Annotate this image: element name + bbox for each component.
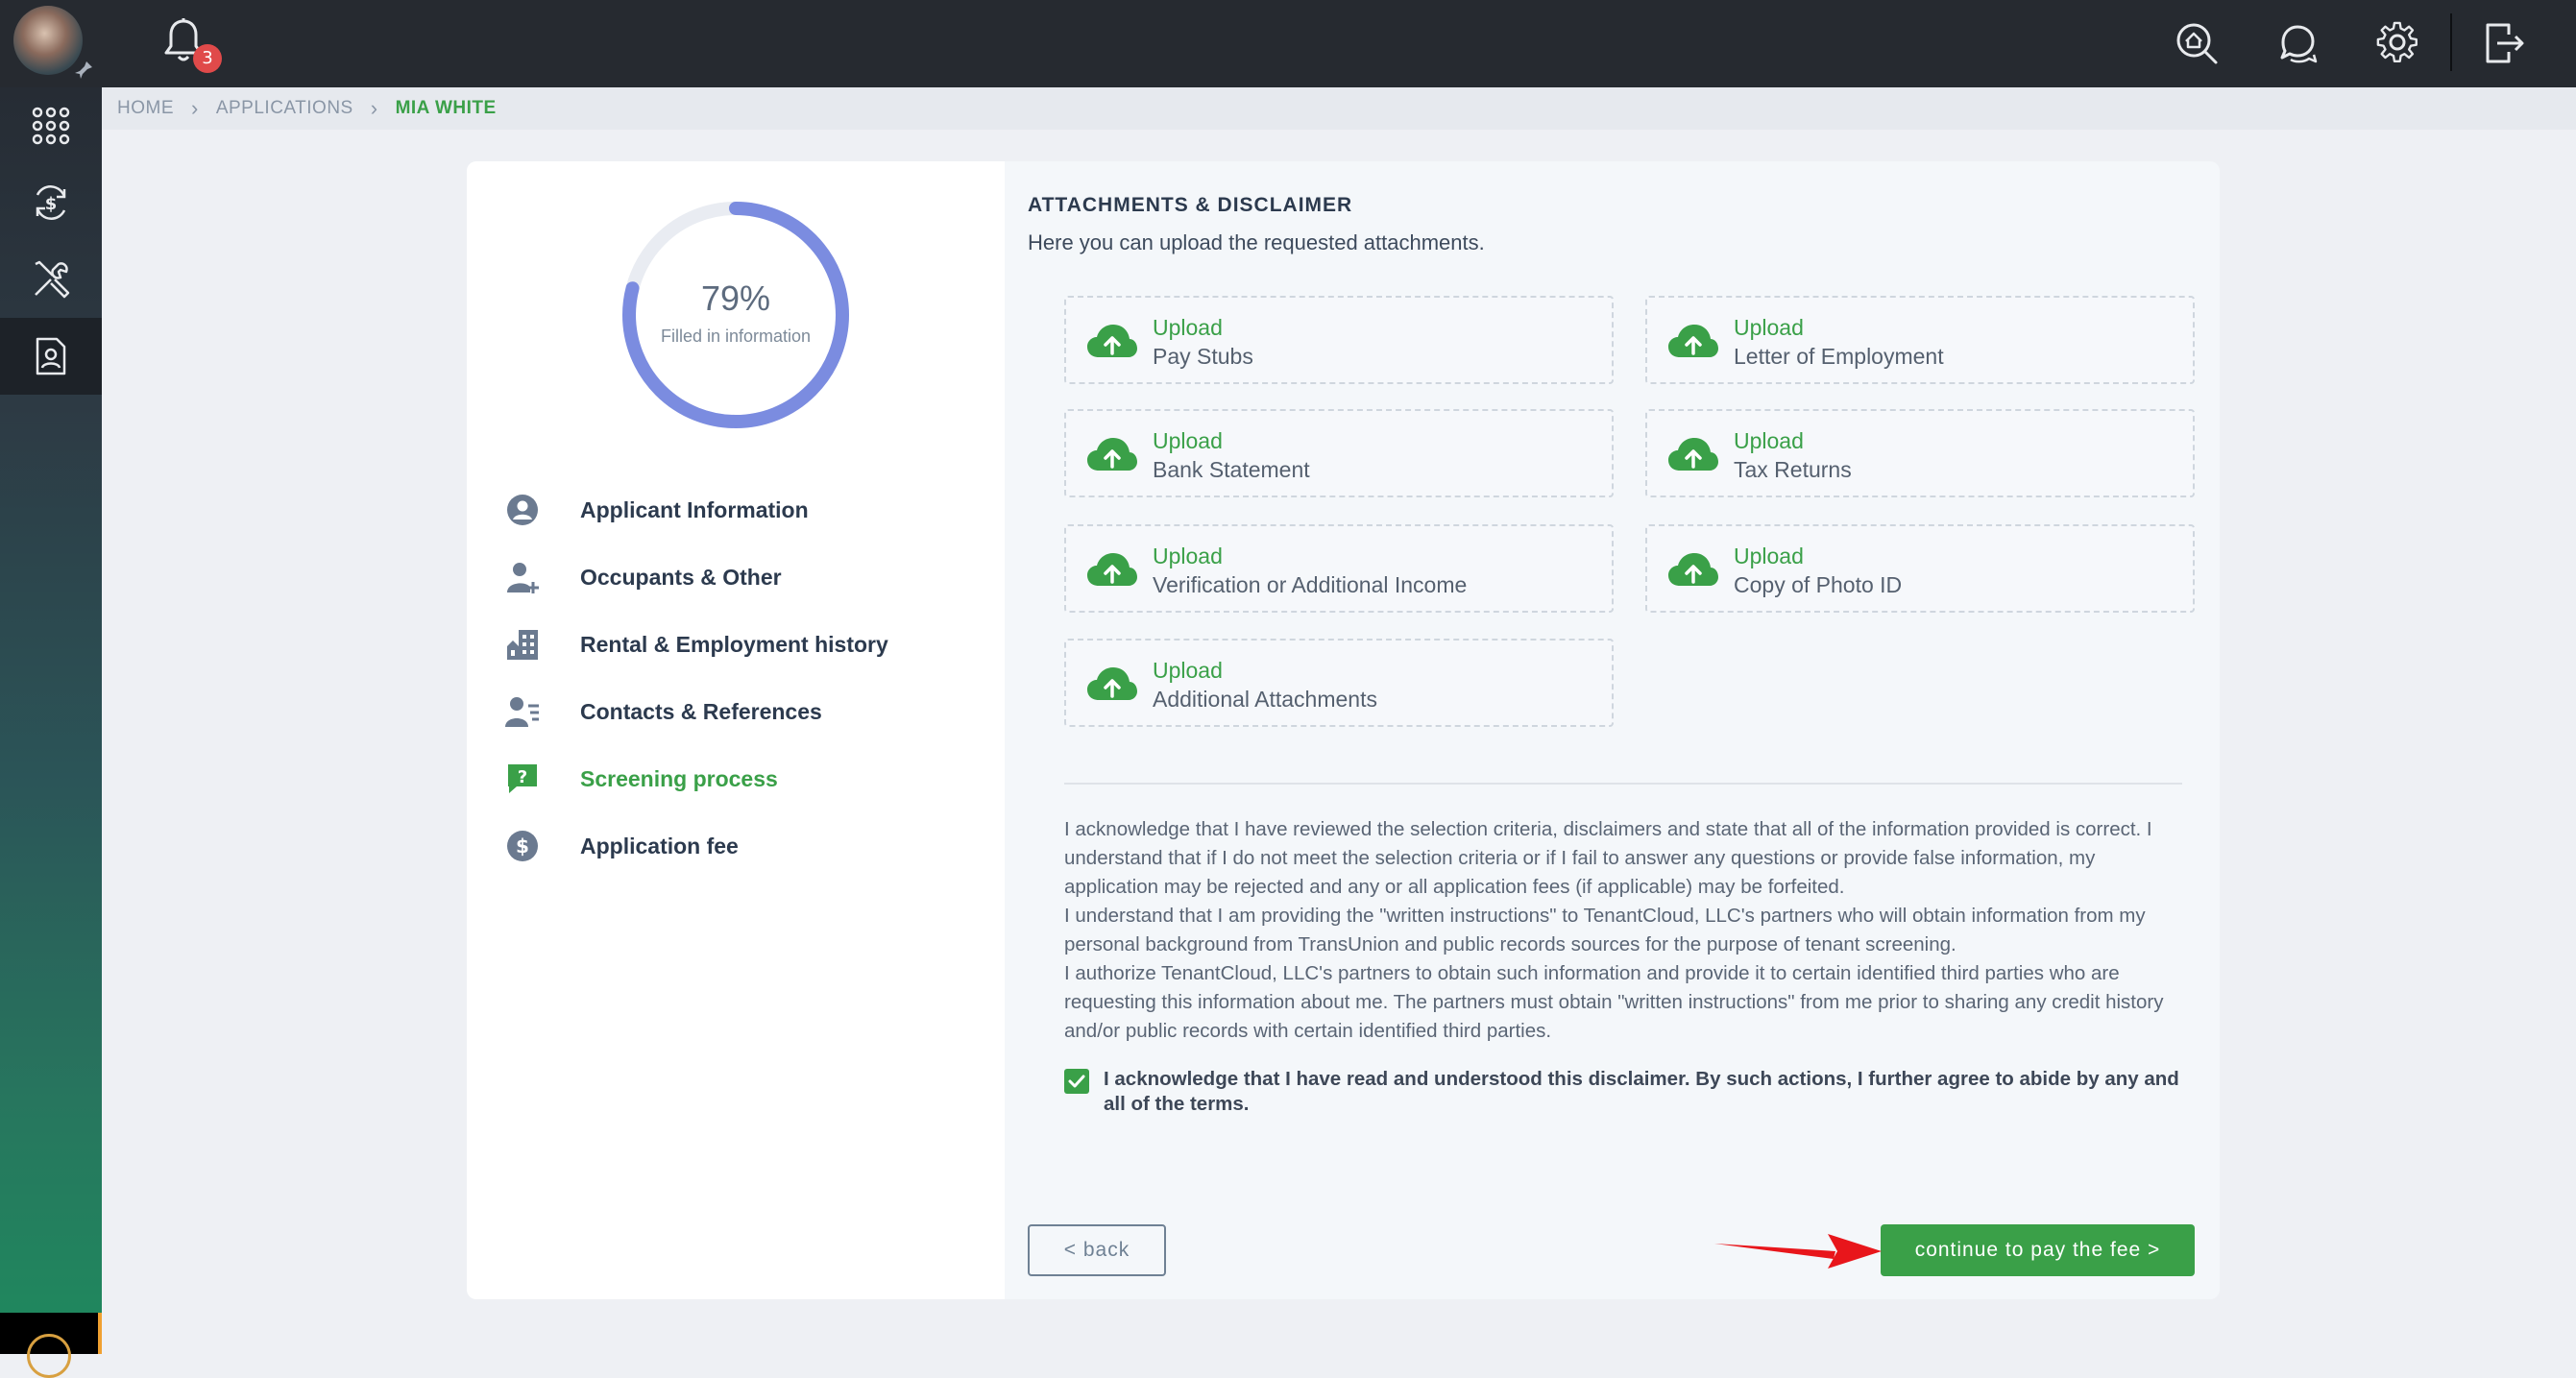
upload-bank-statement[interactable]: Upload Bank Statement xyxy=(1064,409,1614,497)
sidebar-item-payments[interactable]: $ xyxy=(0,164,102,241)
continue-to-pay-button[interactable]: continue to pay the fee > xyxy=(1881,1224,2195,1276)
upload-verification-additional-income[interactable]: Upload Verification or Additional Income xyxy=(1064,524,1614,613)
upload-action: Upload xyxy=(1734,315,1804,340)
step-contacts-references[interactable]: Contacts & References xyxy=(505,692,985,731)
cloud-upload-icon xyxy=(1668,325,1718,357)
step-label: Screening process xyxy=(580,765,778,791)
disclaimer-text: I acknowledge that I have reviewed the s… xyxy=(1064,815,2186,1046)
section-title: ATTACHMENTS & DISCLAIMER xyxy=(1028,194,1353,216)
upload-copy-of-photo-id[interactable]: Upload Copy of Photo ID xyxy=(1645,524,2195,613)
step-label: Application fee xyxy=(580,833,739,858)
upload-action: Upload xyxy=(1153,544,1223,568)
cloud-upload-icon xyxy=(1087,325,1137,357)
upload-action: Upload xyxy=(1734,544,1804,568)
sidebar: $ xyxy=(0,87,102,1378)
user-plus-icon xyxy=(507,563,539,593)
step-label: Applicant Information xyxy=(580,496,809,522)
step-applicant-information[interactable]: Applicant Information xyxy=(505,491,985,529)
acknowledge-label[interactable]: I acknowledge that I have read and under… xyxy=(1104,1067,2189,1117)
cloud-upload-icon xyxy=(1668,553,1718,586)
upload-name: Verification or Additional Income xyxy=(1153,572,1468,597)
upload-additional-attachments[interactable]: Upload Additional Attachments xyxy=(1064,639,1614,727)
pin-icon xyxy=(75,61,92,79)
acknowledge-checkbox[interactable] xyxy=(1064,1069,1089,1094)
sidebar-footer xyxy=(0,1313,102,1378)
support-icon[interactable] xyxy=(27,1334,71,1378)
breadcrumb: HOME › APPLICATIONS › MIA WHITE xyxy=(102,87,2576,130)
chevron-right-icon: › xyxy=(191,96,199,120)
annotation-arrow-icon xyxy=(1714,1234,1882,1269)
search-home-icon[interactable] xyxy=(2175,21,2219,65)
top-bar: 3 xyxy=(0,0,2576,87)
step-label: Contacts & References xyxy=(580,698,822,724)
breadcrumb-applications[interactable]: APPLICATIONS xyxy=(216,98,353,119)
step-occupants[interactable]: Occupants & Other xyxy=(505,558,985,596)
upload-name: Pay Stubs xyxy=(1153,344,1253,369)
application-card: 79% Filled in information Applicant Info… xyxy=(467,161,2220,1299)
step-screening-process[interactable]: ? Screening process xyxy=(505,760,985,798)
step-rental-employment[interactable]: Rental & Employment history xyxy=(505,625,985,664)
step-label: Rental & Employment history xyxy=(580,631,888,657)
divider xyxy=(1064,783,2182,785)
upload-action: Upload xyxy=(1153,658,1223,683)
upload-tax-returns[interactable]: Upload Tax Returns xyxy=(1645,409,2195,497)
progress-percent: 79% xyxy=(700,278,771,318)
cloud-upload-icon xyxy=(1087,667,1137,700)
upload-name: Additional Attachments xyxy=(1153,687,1377,712)
upload-name: Letter of Employment xyxy=(1734,344,1944,369)
steps-panel: 79% Filled in information Applicant Info… xyxy=(467,161,1005,1299)
cloud-upload-icon xyxy=(1668,438,1718,471)
section-subtitle: Here you can upload the requested attach… xyxy=(1028,230,1485,254)
sidebar-item-applications[interactable] xyxy=(0,318,102,395)
upload-pay-stubs[interactable]: Upload Pay Stubs xyxy=(1064,296,1614,384)
cloud-upload-icon xyxy=(1087,438,1137,471)
breadcrumb-home[interactable]: HOME xyxy=(117,98,174,119)
upload-name: Copy of Photo ID xyxy=(1734,572,1903,597)
user-list-icon xyxy=(505,697,539,727)
svg-text:$: $ xyxy=(45,194,58,214)
chat-icon[interactable] xyxy=(2275,21,2320,65)
upload-action: Upload xyxy=(1153,428,1223,453)
grid-icon xyxy=(32,107,70,145)
upload-name: Bank Statement xyxy=(1153,457,1310,482)
question-bubble-icon: ? xyxy=(508,764,537,793)
user-circle-icon xyxy=(507,495,538,525)
svg-text:?: ? xyxy=(518,767,527,787)
top-divider xyxy=(2450,13,2452,71)
notification-badge: 3 xyxy=(193,44,222,73)
checkmark-icon xyxy=(1068,1075,1085,1088)
cloud-upload-icon xyxy=(1087,553,1137,586)
breadcrumb-current: MIA WHITE xyxy=(395,98,497,118)
upload-letter-of-employment[interactable]: Upload Letter of Employment xyxy=(1645,296,2195,384)
progress-label: Filled in information xyxy=(660,326,812,346)
logout-icon[interactable] xyxy=(2482,21,2526,65)
tools-icon xyxy=(35,260,70,299)
step-application-fee[interactable]: $ Application fee xyxy=(505,827,985,865)
disclaimer-paragraph: I authorize TenantCloud, LLC's partners … xyxy=(1064,962,2164,1042)
dollar-circle-icon: $ xyxy=(507,831,538,861)
sidebar-item-maintenance[interactable] xyxy=(0,241,102,318)
upload-action: Upload xyxy=(1734,428,1804,453)
step-label: Occupants & Other xyxy=(580,564,782,590)
upload-action: Upload xyxy=(1153,315,1223,340)
disclaimer-paragraph: I understand that I am providing the "wr… xyxy=(1064,905,2146,955)
document-user-icon xyxy=(36,337,66,375)
chevron-right-icon: › xyxy=(370,96,378,120)
svg-text:$: $ xyxy=(516,834,529,858)
upload-name: Tax Returns xyxy=(1734,457,1852,482)
back-button[interactable]: < back xyxy=(1028,1224,1166,1276)
disclaimer-paragraph: I acknowledge that I have reviewed the s… xyxy=(1064,818,2152,898)
gear-icon[interactable] xyxy=(2375,21,2419,65)
sidebar-item-apps[interactable] xyxy=(0,87,102,164)
building-icon xyxy=(507,630,538,660)
dollar-cycle-icon: $ xyxy=(36,185,66,220)
